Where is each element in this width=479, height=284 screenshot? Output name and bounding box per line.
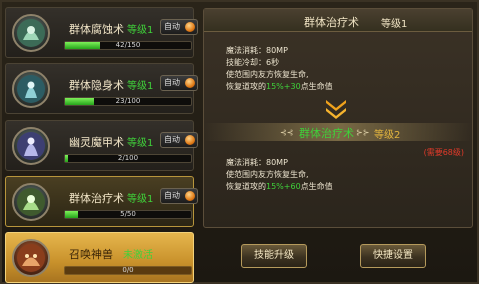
progress-text: 23/100 [115,97,141,105]
auto-label: 自动 [164,22,180,31]
skill-name: 幽灵魔甲术 [69,136,124,149]
corrosion-skill-icon [12,14,50,52]
skill-progress-bar: 0/0 [64,266,192,275]
auto-orb-icon [185,22,195,32]
skill-name: 群体隐身术 [69,79,124,92]
skill-progress-bar: 5/50 [64,210,192,219]
skill-upgrade-button[interactable]: 技能升级 [241,244,307,268]
skill-name: 召唤神兽 [69,248,113,261]
summon-beast-skill-icon [12,239,50,277]
shortcut-settings-button[interactable]: 快捷设置 [360,244,426,268]
ornament-right-icon: ⊱⊱ [356,128,370,137]
progress-text: 0/0 [122,266,134,274]
effect-line-2: 恢复道攻的15%+30点生命值 [226,81,333,93]
detail-level: 等级1 [381,19,408,30]
progress-text: 2/100 [117,154,139,162]
auto-label: 自动 [164,78,180,87]
auto-orb-icon [185,191,195,201]
effect-suffix: 点生命值 [300,182,333,191]
skill-status: 未激活 [123,250,153,261]
skill-progress-bar: 23/100 [64,97,192,106]
skill-item-summon-beast[interactable]: 召唤神兽 未激活 0/0 [5,232,194,283]
auto-label: 自动 [164,135,180,144]
skill-level: 等级1 [127,138,154,149]
next-level-title: 群体治疗术 [299,127,354,140]
skill-name: 群体治疗术 [69,192,124,205]
cooldown: 技能冷却：6秒 [226,58,280,67]
skill-level: 等级1 [127,81,154,92]
skill-name: 群体腐蚀术 [69,23,124,36]
skill-item-group-invisibility[interactable]: 群体隐身术 等级1 自动 23/100 [5,63,198,114]
current-level-info: 魔法消耗：80MP 技能冷却：6秒 使范围内友方恢复生命, 恢复道攻的15%+3… [226,45,333,93]
skill-level: 等级1 [127,194,154,205]
auto-cast-toggle[interactable]: 自动 [160,19,198,35]
skill-item-group-corrosion[interactable]: 群体腐蚀术 等级1 自动 42/150 [5,7,198,58]
skill-item-ghost-armor[interactable]: 幽灵魔甲术 等级1 自动 2/100 [5,120,198,171]
skill-progress-bar: 42/150 [64,41,192,50]
upgrade-arrow-icon [326,100,346,119]
ghost-armor-skill-icon [12,127,50,165]
next-level-info: 魔法消耗：80MP 使范围内友方恢复生命, 恢复道攻的15%+60点生命值 [226,157,333,193]
effect-value: 15%+30 [266,82,301,91]
effect-line-2: 恢复道攻的15%+60点生命值 [226,181,333,193]
auto-cast-toggle[interactable]: 自动 [160,75,198,91]
detail-header: 群体治疗术 等级1 [204,9,472,32]
skill-item-group-heal[interactable]: 群体治疗术 等级1 自动 5/50 [5,176,198,227]
next-level-label: 等级2 [374,130,401,141]
auto-cast-toggle[interactable]: 自动 [160,188,198,204]
auto-orb-icon [185,135,195,145]
effect-prefix: 恢复道攻的 [226,82,266,91]
progress-text: 5/50 [120,210,136,218]
mana-cost: 魔法消耗：80MP [226,46,288,55]
auto-orb-icon [185,78,195,88]
group-heal-skill-icon [12,183,50,221]
auto-label: 自动 [164,191,180,200]
skill-detail-panel: 群体治疗术 等级1 魔法消耗：80MP 技能冷却：6秒 使范围内友方恢复生命, … [203,8,473,228]
effect-suffix: 点生命值 [300,82,333,91]
progress-text: 42/150 [115,41,141,49]
skill-level: 等级1 [127,25,154,36]
effect-line-1: 使范围内友方恢复生命, [226,170,309,179]
next-level-header: ⊰⊰ 群体治疗术 ⊱⊱ 等级2 [204,123,472,141]
level-requirement: (需要68级) [423,148,464,157]
effect-prefix: 恢复道攻的 [226,182,266,191]
detail-title: 群体治疗术 [304,16,359,29]
skill-progress-bar: 2/100 [64,154,192,163]
ornament-left-icon: ⊰⊰ [280,128,294,137]
mana-cost: 魔法消耗：80MP [226,158,288,167]
effect-value: 15%+60 [266,182,301,191]
effect-line-1: 使范围内友方恢复生命, [226,70,309,79]
invisibility-skill-icon [12,70,50,108]
auto-cast-toggle[interactable]: 自动 [160,132,198,148]
